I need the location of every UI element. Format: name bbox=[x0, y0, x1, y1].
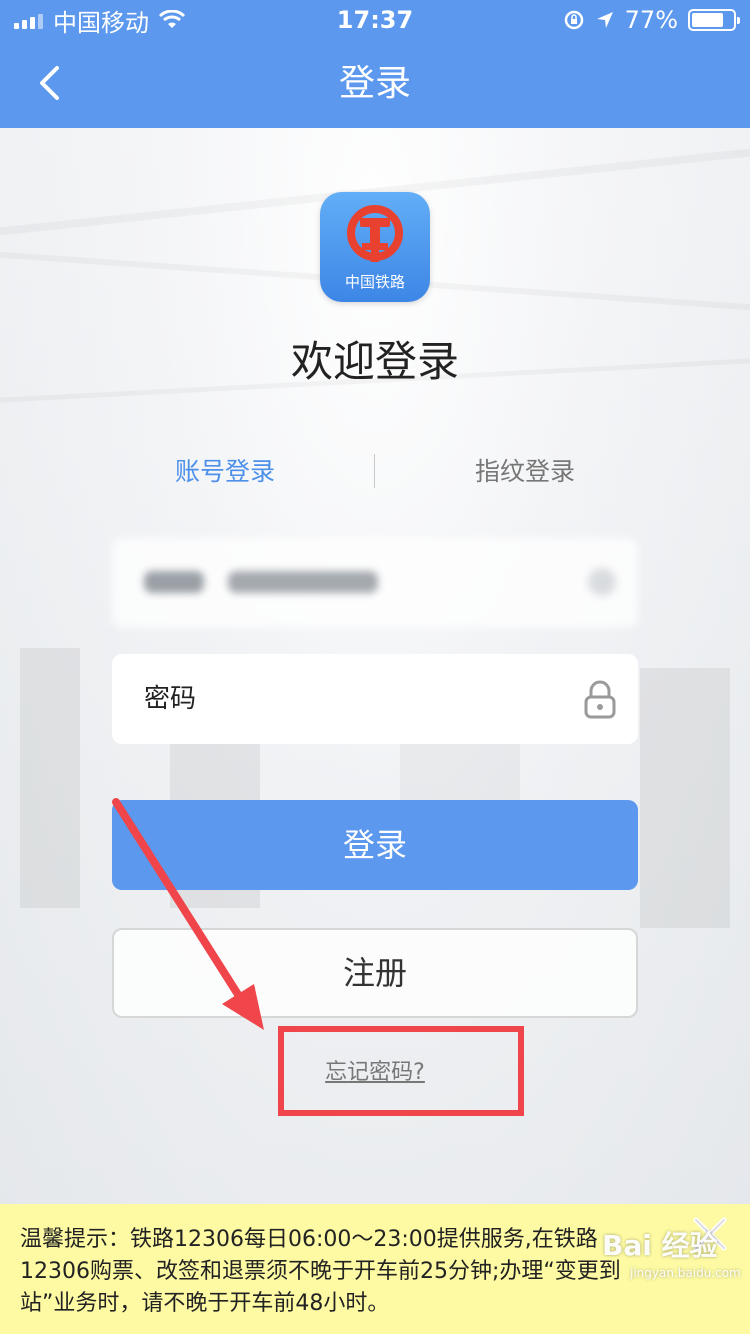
page-title: 登录 bbox=[338, 63, 411, 104]
tab-account-login[interactable]: 账号登录 bbox=[75, 448, 375, 496]
rotation-lock-icon bbox=[564, 10, 583, 30]
watermark-url: jingyan.baidu.com bbox=[630, 1266, 741, 1280]
login-button[interactable]: 登录 bbox=[112, 800, 638, 890]
annotation-highlight-box bbox=[278, 1026, 524, 1116]
register-button[interactable]: 注册 bbox=[112, 928, 638, 1018]
account-redacted-prefix bbox=[144, 571, 204, 593]
battery-percent: 77% bbox=[624, 6, 678, 34]
nav-bar: 登录 bbox=[0, 40, 750, 128]
welcome-heading: 欢迎登录 bbox=[290, 337, 459, 386]
password-input[interactable] bbox=[144, 654, 564, 744]
carrier-name: 中国移动 bbox=[53, 8, 149, 37]
logo-text: 中国铁路 bbox=[344, 273, 405, 291]
notice-text: 温馨提示：铁路12306每日06:00～23:00提供服务,在铁路12306购票… bbox=[20, 1227, 621, 1316]
china-railway-logo: 中国铁路 bbox=[320, 192, 430, 302]
password-field bbox=[112, 654, 638, 744]
watermark-text: Bai 经验 bbox=[602, 1229, 718, 1262]
status-bar: 中国移动 17:37 77% bbox=[0, 0, 750, 40]
wifi-icon bbox=[159, 10, 185, 28]
lock-icon bbox=[584, 680, 616, 719]
login-method-tabs: 账号登录 指纹登录 bbox=[75, 448, 675, 496]
battery-icon bbox=[688, 9, 740, 31]
account-field[interactable] bbox=[112, 538, 638, 628]
clear-input-icon[interactable] bbox=[588, 568, 616, 596]
location-arrow-icon bbox=[596, 12, 613, 28]
tab-fingerprint-login[interactable]: 指纹登录 bbox=[375, 448, 675, 496]
signal-strength-icon bbox=[14, 11, 43, 29]
baidu-jingyan-watermark: Bai 经验 jingyan.baidu.com bbox=[602, 1224, 741, 1304]
china-railway-logo-icon bbox=[347, 205, 403, 262]
account-redacted-value bbox=[228, 571, 378, 593]
